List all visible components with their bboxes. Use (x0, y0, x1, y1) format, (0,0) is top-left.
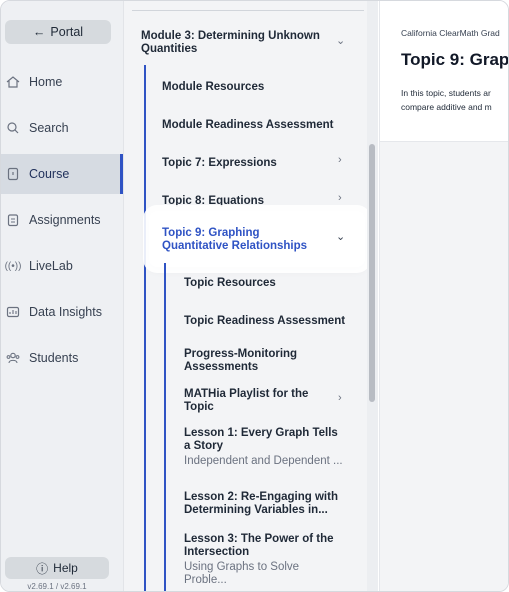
course-icon (4, 165, 22, 183)
chevron-right-icon[interactable]: › (338, 154, 342, 166)
version-label: v2.69.1 / v2.69.1 (27, 582, 87, 591)
sidebar-item-label: Course (29, 167, 70, 181)
sidebar-item-label: Home (29, 75, 63, 89)
divider (132, 10, 364, 11)
portal-label: Portal (50, 25, 84, 39)
lesson-item[interactable]: Lesson 1: Every Graph Tells a Story Inde… (184, 427, 344, 468)
module-resources-item[interactable]: Module Resources (162, 81, 264, 94)
topic-readiness-item[interactable]: Topic Readiness Assessment (184, 315, 345, 328)
lesson-item[interactable]: Lesson 2: Re-Engaging with Determining V… (184, 491, 344, 517)
topic-description: In this topic, students ar (401, 88, 491, 98)
portal-button[interactable]: ← Portal (5, 20, 111, 44)
scrollbar-thumb[interactable] (369, 144, 375, 402)
module-title[interactable]: Module 3: Determining Unknown Quantities (141, 30, 331, 56)
lesson-title: Lesson 1: Every Graph Tells a Story (184, 427, 338, 452)
chevron-down-icon[interactable]: ⌄ (336, 230, 345, 243)
lesson-subtitle: Using Graphs to Solve Proble... (184, 561, 300, 586)
chevron-right-icon[interactable]: › (338, 392, 342, 404)
data-insights-icon (4, 303, 22, 321)
app-window: ← Portal Home Search Course Assignments … (0, 0, 509, 592)
sidebar-item-label: Assignments (29, 213, 101, 227)
help-label: Help (53, 561, 78, 575)
module-tree-line (144, 65, 146, 591)
search-icon (4, 119, 22, 137)
topic8-item[interactable]: Topic 8: Equations (162, 195, 264, 208)
left-rail: ← Portal Home Search Course Assignments … (1, 1, 123, 591)
help-icon: ⓘ (36, 561, 49, 576)
sidebar-item-livelab[interactable]: ((•)) LiveLab (1, 246, 123, 286)
lesson-title: Lesson 3: The Power of the Intersection (184, 533, 334, 558)
breadcrumb[interactable]: California ClearMath Grad (401, 28, 500, 38)
topic-header: California ClearMath Grad Topic 9: Grapl… (380, 1, 509, 142)
sidebar-item-home[interactable]: Home (1, 62, 123, 102)
lesson-item[interactable]: Lesson 3: The Power of the Intersection … (184, 533, 344, 587)
chevron-right-icon[interactable]: › (338, 192, 342, 204)
sidebar-item-label: Search (29, 121, 69, 135)
sidebar-item-students[interactable]: Students (1, 338, 123, 378)
sidebar-item-label: Students (29, 351, 79, 365)
page-title: Topic 9: Grapl (401, 50, 509, 69)
topic9-item[interactable]: Topic 9: Graphing Quantitative Relations… (162, 227, 327, 253)
assignments-icon (4, 211, 22, 229)
sidebar-item-data-insights[interactable]: Data Insights (1, 292, 123, 332)
mathia-playlist-item[interactable]: MATHia Playlist for the Topic (184, 388, 314, 414)
chevron-down-icon[interactable]: ⌄ (336, 34, 345, 47)
topic-resources-item[interactable]: Topic Resources (184, 277, 276, 290)
topic7-item[interactable]: Topic 7: Expressions (162, 157, 277, 170)
lesson-subtitle: Independent and Dependent ... (184, 455, 343, 467)
sidebar-item-assignments[interactable]: Assignments (1, 200, 123, 240)
home-icon (4, 73, 22, 91)
students-icon (4, 349, 22, 367)
sidebar-item-search[interactable]: Search (1, 108, 123, 148)
livelab-icon: ((•)) (4, 260, 22, 272)
content-area: California ClearMath Grad Topic 9: Grapl… (379, 1, 509, 591)
module-readiness-item[interactable]: Module Readiness Assessment (162, 119, 334, 132)
topic-description: compare additive and m (401, 102, 492, 112)
sidebar-item-label: LiveLab (29, 259, 73, 273)
help-button[interactable]: ⓘ Help (5, 557, 109, 579)
sidebar-item-course[interactable]: Course (1, 154, 123, 194)
lesson-title: Lesson 2: Re-Engaging with Determining V… (184, 491, 338, 516)
sidebar-item-label: Data Insights (29, 305, 102, 319)
topic-tree-line (164, 263, 166, 591)
progress-monitoring-item[interactable]: Progress-Monitoring Assessments (184, 348, 314, 374)
arrow-left-icon: ← (32, 25, 46, 39)
